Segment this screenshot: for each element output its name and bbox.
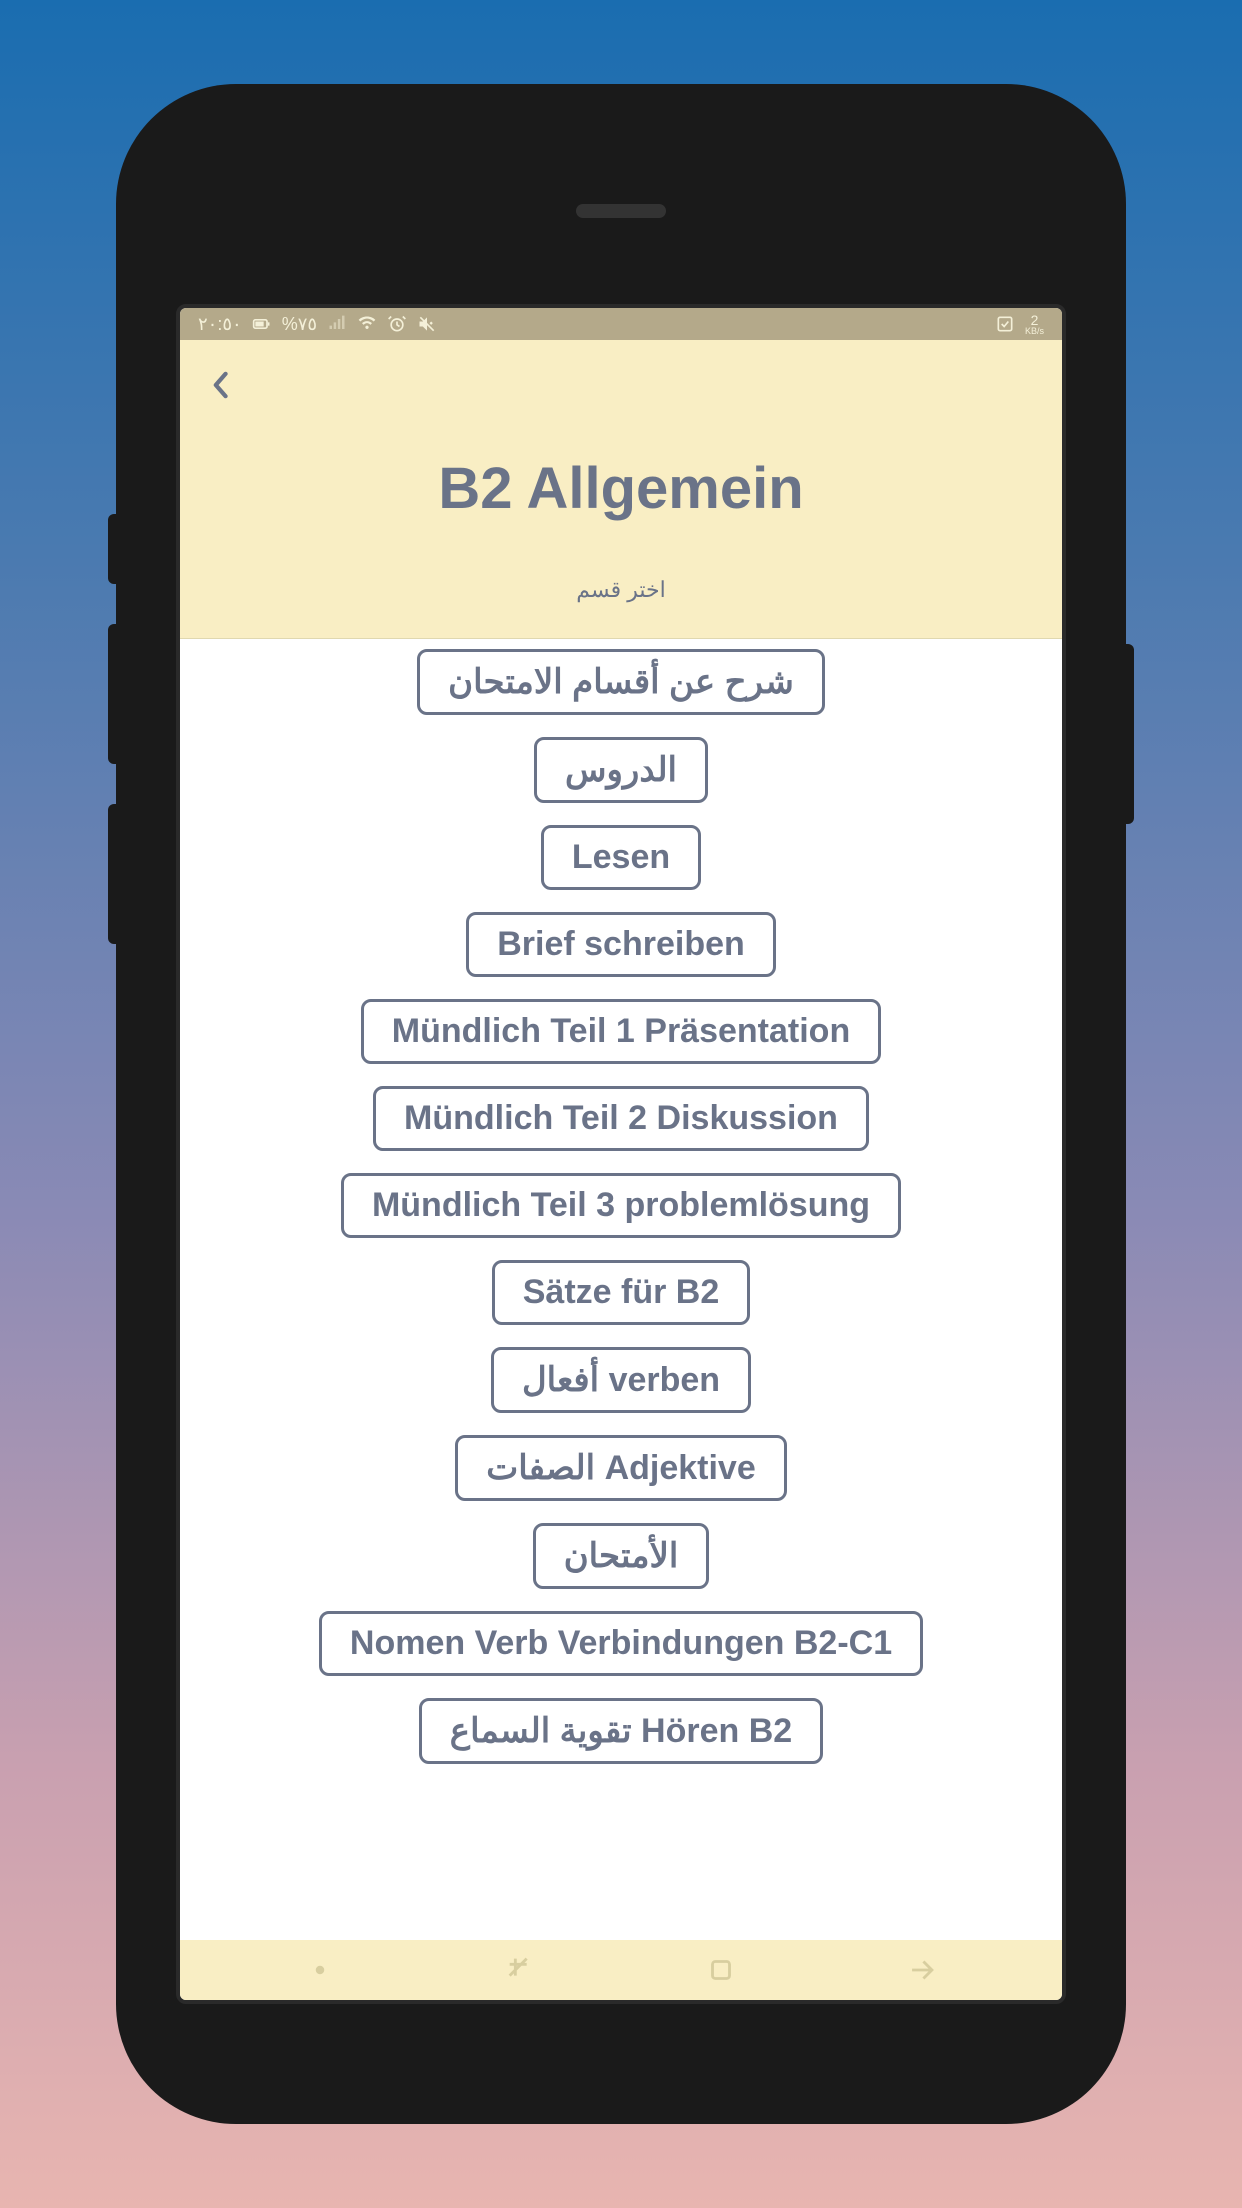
menu-item[interactable]: Adjektive الصفات: [455, 1435, 787, 1501]
status-speed: 2 KB/s: [1025, 313, 1044, 336]
navigation-bar: [180, 1940, 1062, 2000]
signal-icon: [327, 314, 347, 334]
menu-item[interactable]: الدروس: [534, 737, 708, 803]
menu-list: شرح عن أقسام الامتحان الدروس Lesen Brief…: [180, 639, 1062, 1940]
check-icon: [995, 314, 1015, 334]
menu-item[interactable]: Hören B2 تقوية السماع: [419, 1698, 823, 1764]
wifi-icon: [357, 314, 377, 334]
menu-item[interactable]: Brief schreiben: [466, 912, 776, 977]
side-button: [108, 624, 120, 764]
header: B2 Allgemein اختر قسم: [180, 340, 1062, 639]
status-time: ٢٠:٥٠: [198, 314, 242, 335]
menu-item[interactable]: شرح عن أقسام الامتحان: [417, 649, 825, 715]
side-button: [108, 804, 120, 944]
status-bar: ٢٠:٥٠ %٧٥: [180, 308, 1062, 340]
menu-item[interactable]: Sätze für B2: [492, 1260, 751, 1325]
chevron-left-icon: [211, 371, 229, 399]
page-title: B2 Allgemein: [200, 455, 1042, 522]
speed-unit: KB/s: [1025, 327, 1044, 336]
page-subtitle: اختر قسم: [200, 577, 1042, 603]
screen: ٢٠:٥٠ %٧٥: [176, 304, 1066, 2004]
phone-frame: ٢٠:٥٠ %٧٥: [116, 84, 1126, 2124]
mute-icon: [417, 314, 437, 334]
menu-item[interactable]: Mündlich Teil 1 Präsentation: [361, 999, 881, 1064]
side-button: [1122, 644, 1134, 824]
nav-menu-button[interactable]: [290, 1950, 350, 1990]
nav-back-button[interactable]: [892, 1950, 952, 1990]
back-button[interactable]: [200, 365, 240, 405]
menu-item[interactable]: Lesen: [541, 825, 701, 890]
menu-item[interactable]: الأمتحان: [533, 1523, 710, 1589]
alarm-icon: [387, 314, 407, 334]
status-battery: %٧٥: [282, 314, 317, 335]
battery-icon: [252, 314, 272, 334]
side-button: [108, 514, 120, 584]
menu-item[interactable]: Mündlich Teil 2 Diskussion: [373, 1086, 869, 1151]
status-left: ٢٠:٥٠ %٧٥: [198, 314, 437, 335]
status-right: 2 KB/s: [995, 313, 1044, 336]
nav-home-button[interactable]: [691, 1950, 751, 1990]
menu-item[interactable]: Mündlich Teil 3 problemlösung: [341, 1173, 901, 1238]
nav-recent-button[interactable]: [491, 1950, 551, 1990]
speed-value: 2: [1031, 313, 1039, 327]
menu-item[interactable]: Nomen Verb Verbindungen B2-C1: [319, 1611, 923, 1676]
menu-item[interactable]: verben أفعال: [491, 1347, 751, 1413]
